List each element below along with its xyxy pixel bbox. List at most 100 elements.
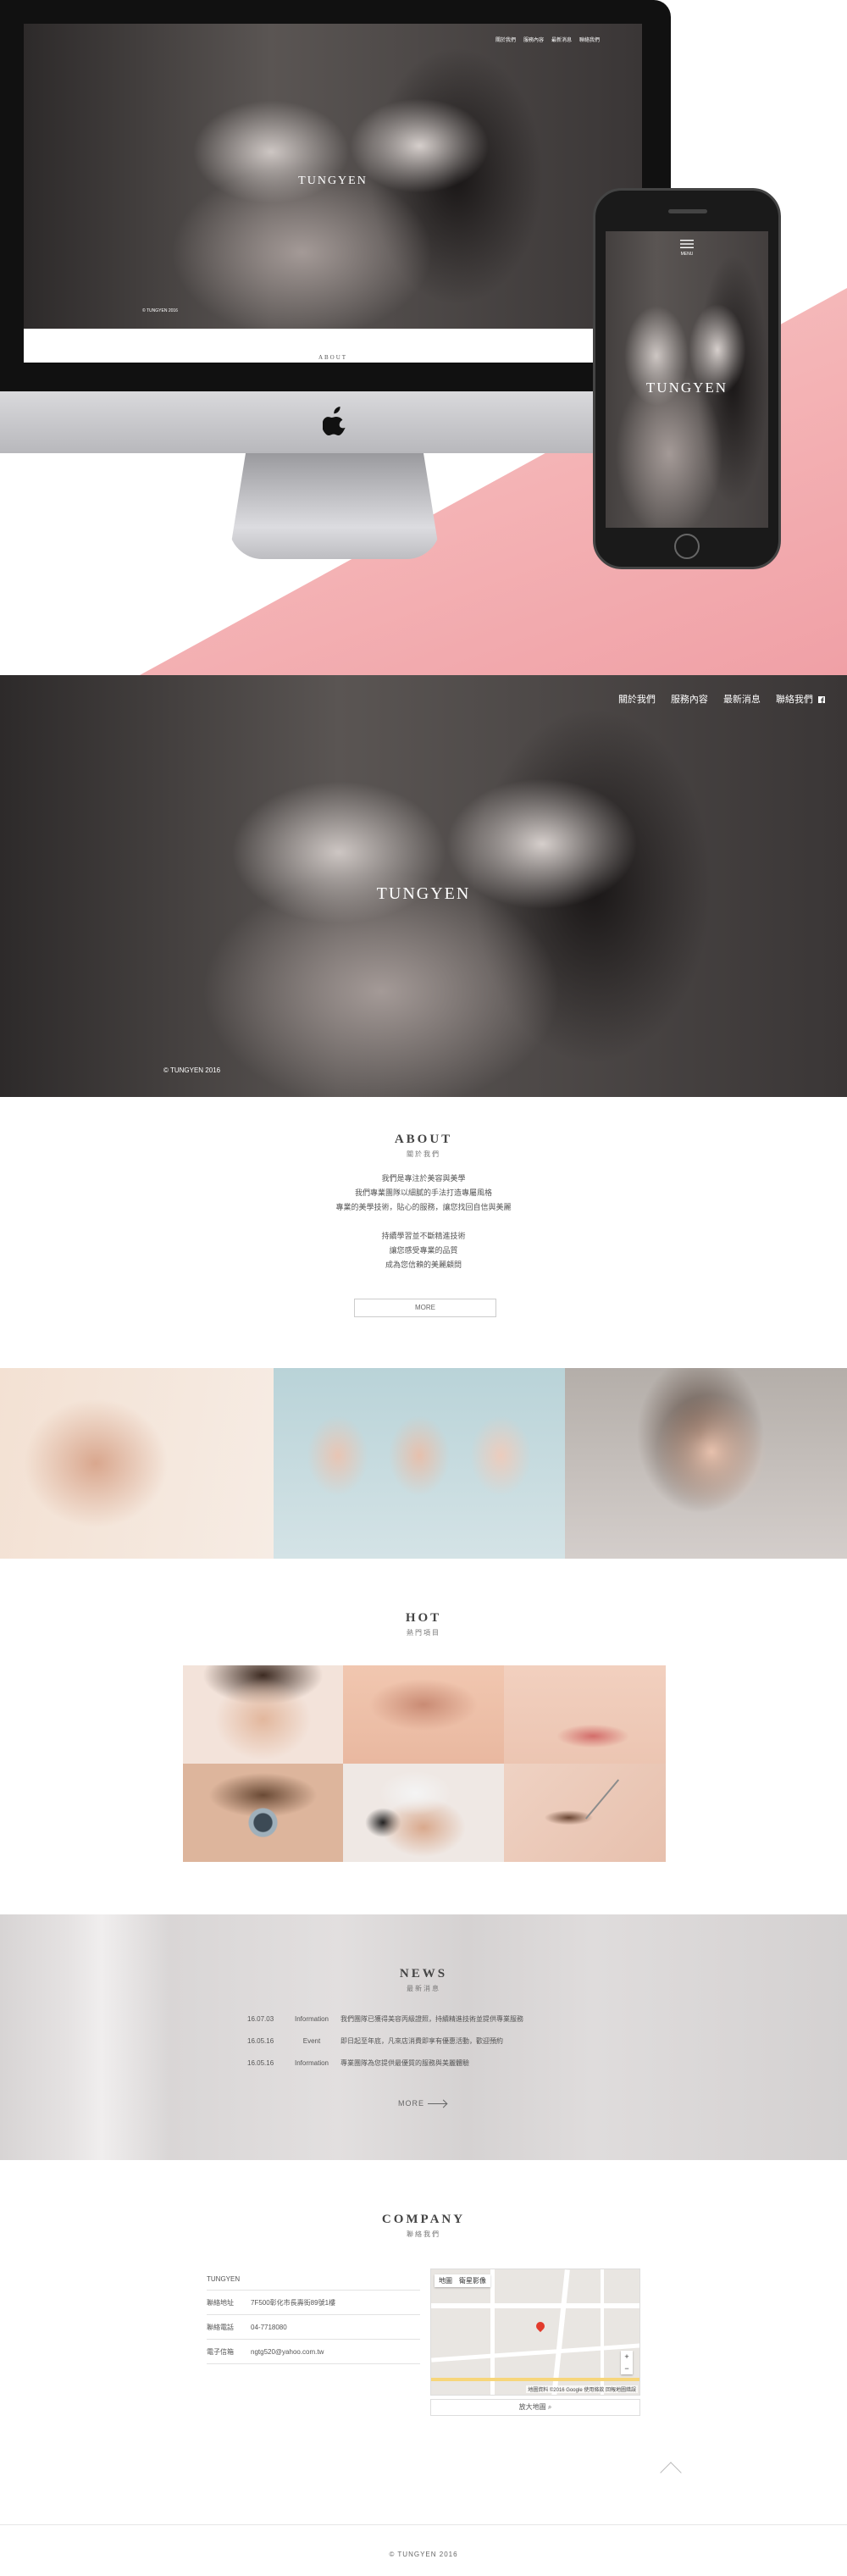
nav-item-contact[interactable]: 聯絡我們 bbox=[776, 692, 825, 706]
about-line: 我們是專注於美容與美學 bbox=[381, 1174, 466, 1183]
desktop-about-strip: ABOUT bbox=[24, 329, 642, 363]
desktop-nav-item: 關於我們 bbox=[495, 38, 516, 43]
hot-item-lips[interactable] bbox=[504, 1665, 666, 1764]
hot-subtitle: 熱門項目 bbox=[407, 1629, 440, 1637]
map-credit: 地圖資料 ©2016 Google 使用條款 回報地圖錯誤 bbox=[526, 2385, 638, 2393]
hot-item-brow-tweezing[interactable] bbox=[504, 1764, 666, 1862]
news-section: NEWS 最新消息 16.07.03 Information 我們團隊已獲得美容… bbox=[0, 1914, 847, 2160]
phone-value[interactable]: 04-7718080 bbox=[251, 2324, 287, 2331]
news-category: Information bbox=[294, 2058, 329, 2067]
news-item[interactable]: 16.05.16 Event 即日起至年底，凡來店消費即享有優惠活動，歡迎預約 bbox=[247, 2030, 612, 2052]
desktop-monitor-mockup: 關於我們 服務內容 最新消息 聯絡我們 TUNGYEN © TUNGYEN 20… bbox=[0, 0, 671, 453]
hot-grid bbox=[183, 1665, 666, 1862]
map-type-control[interactable]: 地圖 衛星影像 bbox=[435, 2274, 490, 2287]
phone-screen: MENU TUNGYEN bbox=[606, 231, 768, 528]
news-item[interactable]: 16.07.03 Information 我們團隊已獲得美容丙級證照，持續精進技… bbox=[247, 2008, 612, 2030]
company-address-row: 聯絡地址 7F500彰化市長壽街89號1樓 bbox=[207, 2291, 420, 2315]
desktop-stand bbox=[229, 453, 440, 559]
gallery-photo-woman-touching-face bbox=[565, 1368, 847, 1559]
about-more-button[interactable]: MORE bbox=[354, 1299, 496, 1317]
map-road bbox=[490, 2269, 495, 2395]
map-road bbox=[431, 2303, 639, 2308]
news-subtitle: 最新消息 bbox=[407, 1985, 440, 1992]
address-label: 聯絡地址 bbox=[207, 2298, 234, 2307]
hot-section: HOT 熱門項目 bbox=[0, 1559, 847, 1914]
hero-section: 關於我們 服務內容 最新消息 聯絡我們 TUNGYEN © TUNGYEN 20… bbox=[0, 675, 847, 1097]
hot-item-eye-makeup[interactable] bbox=[343, 1665, 504, 1764]
phone-mockup: MENU TUNGYEN bbox=[593, 188, 781, 569]
news-category: Information bbox=[294, 2014, 329, 2023]
phone-speaker bbox=[668, 209, 707, 213]
email-label: 電子信箱 bbox=[207, 2347, 234, 2356]
desktop-screen: 關於我們 服務內容 最新消息 聯絡我們 TUNGYEN © TUNGYEN 20… bbox=[24, 24, 642, 363]
desktop-hero-title: TUNGYEN bbox=[298, 175, 368, 187]
map-highway bbox=[431, 2378, 639, 2381]
news-date: 16.05.16 bbox=[247, 2036, 274, 2045]
news-item[interactable]: 16.05.16 Information 專業團隊為您提供最優質的服務與美麗體驗 bbox=[247, 2052, 612, 2074]
desktop-nav-item: 最新消息 bbox=[551, 38, 572, 43]
about-line: 讓您感受專業的品質 bbox=[389, 1246, 458, 1255]
apple-logo-icon bbox=[323, 407, 346, 435]
phone-home-button bbox=[674, 534, 700, 559]
gallery-photo-three-women bbox=[274, 1368, 565, 1559]
news-headline: 即日起至年底，凡來店消費即享有優惠活動，歡迎預約 bbox=[340, 2036, 503, 2045]
desktop-copyright: © TUNGYEN 2016 bbox=[142, 308, 178, 313]
map-road bbox=[601, 2269, 604, 2395]
news-category: Event bbox=[302, 2036, 321, 2045]
enlarge-map-label: 放大地圖 bbox=[518, 2403, 546, 2411]
phone-menu-label: MENU bbox=[680, 252, 694, 257]
arrow-right-icon[interactable] bbox=[428, 2103, 446, 2104]
hot-item-eyelash[interactable] bbox=[183, 1764, 343, 1862]
about-subtitle: 關於我們 bbox=[407, 1150, 440, 1158]
about-line: 我們專業團隊以細膩的手法打造專屬風格 bbox=[354, 1188, 492, 1197]
company-subtitle: 聯絡我們 bbox=[407, 2230, 440, 2238]
email-value[interactable]: ngtg520@yahoo.com.tw bbox=[251, 2348, 324, 2356]
hot-item-face[interactable] bbox=[183, 1665, 343, 1764]
hot-title: HOT bbox=[405, 1611, 442, 1625]
about-section: ABOUT 關於我們 我們是專注於美容與美學 我們專業團隊以細膩的手法打造專屬風… bbox=[0, 1097, 847, 1368]
news-list: 16.07.03 Information 我們團隊已獲得美容丙級證照，持續精進技… bbox=[247, 2008, 612, 2074]
gallery-photo-smiling-woman bbox=[0, 1368, 274, 1559]
nav-item-services[interactable]: 服務內容 bbox=[671, 692, 708, 706]
about-line: 持續學習並不斷精進技術 bbox=[381, 1232, 466, 1240]
magnifier-icon: ⌕ bbox=[547, 2403, 552, 2411]
hot-item-facial-treatment[interactable] bbox=[343, 1764, 504, 1862]
phone-label: 聯絡電話 bbox=[207, 2323, 234, 2331]
address-value: 7F500彰化市長壽街89號1樓 bbox=[251, 2298, 336, 2307]
nav-item-news[interactable]: 最新消息 bbox=[723, 692, 761, 706]
map-road bbox=[551, 2269, 570, 2395]
news-date: 16.07.03 bbox=[247, 2014, 274, 2023]
nav-item-contact-label: 聯絡我們 bbox=[775, 695, 813, 705]
device-mockup-section: 關於我們 服務內容 最新消息 聯絡我們 TUNGYEN © TUNGYEN 20… bbox=[0, 0, 847, 675]
company-name: TUNGYEN bbox=[207, 2269, 420, 2291]
news-title: NEWS bbox=[399, 1967, 448, 1980]
about-line: 專業的美學技術，貼心的服務，讓您找回自信與美麗 bbox=[335, 1203, 512, 1211]
footer-copyright: © TUNGYEN 2016 bbox=[389, 2551, 458, 2558]
gallery-strip bbox=[0, 1368, 847, 1559]
news-more-link[interactable]: MORE bbox=[398, 2099, 424, 2108]
map-tab-map[interactable]: 地圖 bbox=[439, 2276, 452, 2285]
phone-hero-title: TUNGYEN bbox=[645, 379, 728, 396]
nav-item-about[interactable]: 關於我們 bbox=[618, 692, 656, 706]
map-zoom-control[interactable]: + − bbox=[621, 2351, 633, 2374]
hero-title: TUNGYEN bbox=[376, 884, 471, 903]
google-map[interactable]: 地圖 衛星影像 + − 地圖資料 ©2016 Google 使用條款 回報地圖錯… bbox=[430, 2269, 640, 2396]
company-section: COMPANY 聯絡我們 TUNGYEN 聯絡地址 7F500彰化市長壽街89號… bbox=[0, 2160, 847, 2516]
map-tab-satellite[interactable]: 衛星影像 bbox=[459, 2276, 486, 2285]
zoom-in-button[interactable]: + bbox=[621, 2351, 633, 2363]
main-nav: 關於我們 服務內容 最新消息 聯絡我們 bbox=[618, 692, 825, 706]
news-headline: 我們團隊已獲得美容丙級證照，持續精進技術並提供專業服務 bbox=[340, 2014, 523, 2023]
zoom-out-button[interactable]: − bbox=[621, 2363, 633, 2374]
company-info: TUNGYEN 聯絡地址 7F500彰化市長壽街89號1樓 聯絡電話 04-77… bbox=[207, 2269, 420, 2364]
map-road bbox=[431, 2343, 639, 2363]
desktop-about-heading: ABOUT bbox=[318, 354, 348, 361]
desktop-nav-item: 聯絡我們 bbox=[579, 38, 600, 43]
enlarge-map-button[interactable]: 放大地圖 ⌕ bbox=[430, 2399, 640, 2416]
facebook-icon[interactable] bbox=[818, 696, 825, 703]
news-date: 16.05.16 bbox=[247, 2058, 274, 2067]
about-text: 我們是專注於美容與美學 我們專業團隊以細膩的手法打造專屬風格 專業的美學技術，貼… bbox=[0, 1172, 847, 1272]
hamburger-menu-icon bbox=[680, 240, 694, 248]
company-email-row: 電子信箱 ngtg520@yahoo.com.tw bbox=[207, 2340, 420, 2364]
map-pin-icon[interactable] bbox=[534, 2319, 547, 2333]
about-line: 成為您信賴的美麗顧問 bbox=[385, 1260, 462, 1269]
